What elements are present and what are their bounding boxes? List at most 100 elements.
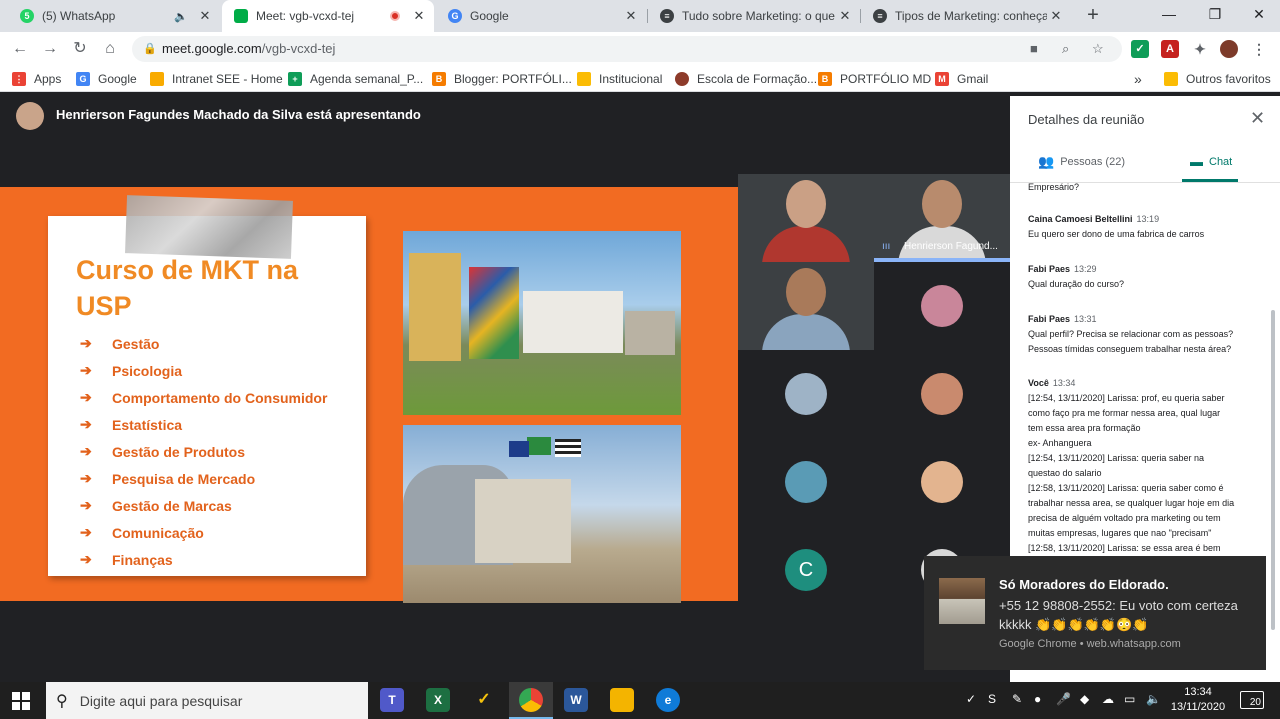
tray-icon[interactable]: ✓ <box>966 692 976 706</box>
slide-card: Curso de MKT na USP ➔ Gestão ➔ Psicologia … <box>48 195 366 576</box>
arrow-icon: ➔ <box>80 389 92 405</box>
tab-marketing-2[interactable]: ≡ Tipos de Marketing: conheça o ✕ <box>861 0 1071 32</box>
avatar <box>785 461 827 503</box>
participant-tile[interactable]: ııı Henrierson Fagund... <box>874 174 1010 262</box>
menu-icon[interactable]: ⋮ <box>1250 40 1268 58</box>
tab-chat[interactable]: ▬ Chat <box>1190 154 1232 169</box>
camera-icon[interactable]: ■ <box>1030 39 1038 59</box>
tab-title: (5) WhatsApp <box>42 9 116 23</box>
system-clock[interactable]: 13:34 13/11/2020 <box>1170 685 1226 715</box>
tab-title: Tudo sobre Marketing: o que é <box>682 9 836 23</box>
close-icon[interactable]: ✕ <box>1047 8 1065 24</box>
participant-tile[interactable] <box>874 262 1010 350</box>
pen-icon[interactable]: ✎ <box>1012 692 1022 706</box>
home-button[interactable]: ⌂ <box>98 37 122 61</box>
volume-icon[interactable]: 🔈 <box>1146 692 1161 706</box>
tab-people[interactable]: 👥 Pessoas (22) <box>1038 154 1125 170</box>
arrow-icon: ➔ <box>80 416 92 432</box>
maximize-button[interactable]: ❐ <box>1192 0 1238 32</box>
bookmark-label: Gmail <box>957 72 989 86</box>
microphone-icon[interactable]: 🎤 <box>1056 692 1071 706</box>
topic-label: Estatística <box>112 416 183 433</box>
windows-start-icon[interactable] <box>12 692 30 710</box>
participant-tile[interactable] <box>738 262 874 350</box>
shield-icon[interactable]: ◆ <box>1080 692 1089 706</box>
extensions-icon[interactable]: ✦ <box>1191 40 1209 58</box>
url-path: /vgb-vcxd-tej <box>261 41 336 56</box>
tab-marketing-1[interactable]: ≡ Tudo sobre Marketing: o que é ✕ <box>648 0 860 32</box>
reload-button[interactable]: ↻ <box>68 37 92 61</box>
whatsapp-notification[interactable]: Só Moradores do Eldorado. +55 12 98808-2… <box>924 556 1266 670</box>
participant-tile[interactable] <box>738 350 874 438</box>
chat-scrollbar[interactable] <box>1271 310 1275 630</box>
close-icon[interactable]: ✕ <box>836 8 854 24</box>
word-icon[interactable]: W <box>564 688 588 712</box>
edge-icon[interactable]: e <box>656 688 680 712</box>
participant-tile[interactable] <box>874 350 1010 438</box>
extension-check-icon[interactable]: ✓ <box>1131 40 1149 58</box>
more-bookmarks-button[interactable]: » <box>1134 66 1142 92</box>
bookmark-escola[interactable]: Escola de Formação... <box>675 66 817 92</box>
bookmark-portfolio-md[interactable]: B PORTFÓLIO MD <box>818 66 931 92</box>
bookmark-institucional[interactable]: Institucional <box>577 66 662 92</box>
bookmark-apps[interactable]: ⋮ Apps <box>12 66 61 92</box>
bookmark-intranet[interactable]: Intranet SEE - Home <box>150 66 283 92</box>
bookmark-agenda[interactable]: + Agenda semanal_P... <box>288 66 423 92</box>
presenter-avatar <box>16 102 44 130</box>
pdf-extension-icon[interactable]: A <box>1161 40 1179 58</box>
message-text: muitas empresas, lugares que nao "precis… <box>1028 528 1212 538</box>
battery-icon[interactable]: ▭ <box>1124 692 1135 706</box>
forward-button[interactable]: → <box>38 37 62 61</box>
bookmark-blogger[interactable]: B Blogger: PORTFÓLI... <box>432 66 572 92</box>
close-panel-icon[interactable]: ✕ <box>1250 108 1265 129</box>
close-icon[interactable]: ✕ <box>196 8 214 24</box>
bookmark-gmail[interactable]: M Gmail <box>935 66 988 92</box>
bookmark-label: Apps <box>34 72 62 86</box>
building-shape <box>625 311 675 355</box>
chat-icon: ▬ <box>1190 154 1203 169</box>
bookmark-label: Agenda semanal_P... <box>310 72 424 86</box>
topic-label: Comunicação <box>112 524 204 541</box>
back-button[interactable]: ← <box>8 37 32 61</box>
skype-icon[interactable]: S <box>988 692 996 706</box>
participant-tile[interactable]: C <box>738 526 874 614</box>
close-icon[interactable]: ✕ <box>622 8 640 24</box>
participant-tile[interactable] <box>738 438 874 526</box>
bookmark-label: Outros favoritos <box>1186 72 1271 86</box>
close-icon[interactable]: ✕ <box>410 8 428 24</box>
zoom-icon[interactable]: ⌕ <box>1062 39 1069 59</box>
notification-body: +55 12 98808-2552: Eu voto com certeza k… <box>999 598 1238 632</box>
chrome-tray-icon[interactable]: ● <box>1034 692 1041 706</box>
teams-icon[interactable]: T <box>380 688 404 712</box>
participant-tile[interactable] <box>874 438 1010 526</box>
minimize-button[interactable]: — <box>1146 0 1192 32</box>
bookmark-star-icon[interactable]: ☆ <box>1092 39 1104 59</box>
close-window-button[interactable]: ✕ <box>1236 0 1280 32</box>
cloud-icon[interactable]: ☁ <box>1102 692 1114 706</box>
new-tab-button[interactable]: + <box>1082 4 1104 26</box>
clock-time: 13:34 <box>1184 686 1212 698</box>
notification-count: 20 <box>1249 697 1261 708</box>
chrome-icon[interactable] <box>519 688 543 712</box>
speaker-icon[interactable]: 🔈 <box>174 10 188 23</box>
video-face-shape <box>786 180 826 228</box>
message-time: 13:19 <box>1136 214 1160 224</box>
tab-whatsapp[interactable]: 5 (5) WhatsApp 🔈 ✕ <box>8 0 220 32</box>
tab-google[interactable]: G Google ✕ <box>436 0 646 32</box>
folder-icon <box>1164 72 1178 86</box>
profile-avatar[interactable] <box>1220 40 1238 58</box>
tasks-icon[interactable]: ✓ <box>472 688 496 712</box>
bookmark-google[interactable]: G Google <box>76 66 137 92</box>
action-center-icon[interactable]: 20 <box>1240 691 1264 709</box>
bookmark-label: Google <box>98 72 137 86</box>
taskbar-search-box[interactable]: ⚲ Digite aqui para pesquisar <box>46 682 368 719</box>
file-explorer-icon[interactable] <box>610 688 634 712</box>
excel-icon[interactable]: X <box>426 688 450 712</box>
arrow-icon: ➔ <box>80 497 92 513</box>
participant-tile[interactable] <box>738 174 874 262</box>
sender-name: Fabi Paes <box>1028 264 1071 274</box>
address-bar[interactable]: 🔒 meet.google.com/vgb-vcxd-tej ■ ⌕ ☆ <box>132 36 1122 62</box>
avatar <box>785 373 827 415</box>
tab-meet[interactable]: Meet: vgb-vcxd-tej ✕ <box>222 0 434 32</box>
bookmark-outros[interactable]: Outros favoritos <box>1164 66 1271 92</box>
